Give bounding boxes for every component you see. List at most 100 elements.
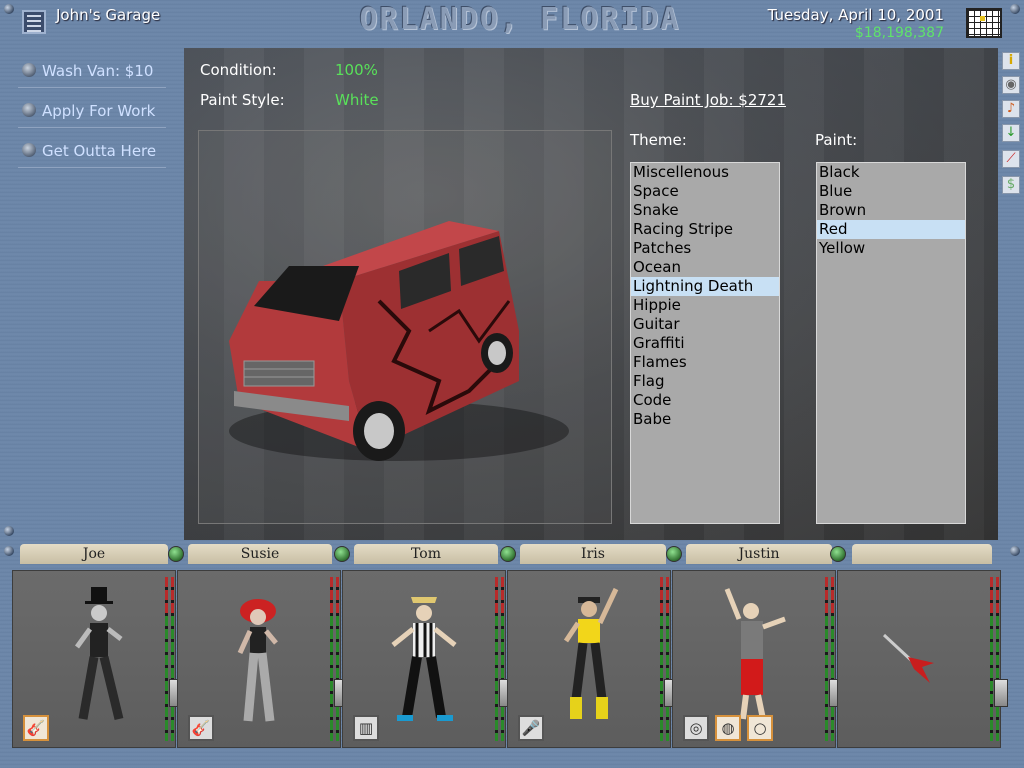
microphone-icon[interactable]: 🎤 [518, 715, 544, 741]
band-member-tab-joe[interactable]: Joe [20, 544, 168, 564]
theme-option[interactable]: Lightning Death [631, 277, 779, 296]
current-date: Tuesday, April 10, 2001 [767, 6, 944, 24]
theme-option[interactable]: Babe [631, 410, 779, 429]
paint-style-value: White [335, 91, 379, 109]
main-menu-button[interactable] [22, 10, 46, 34]
band-member-tab-justin[interactable]: Justin [686, 544, 832, 564]
bullet-icon [22, 63, 36, 77]
theme-option[interactable]: Hippie [631, 296, 779, 315]
rocker-figure-susie [237, 599, 278, 722]
condition-value: 100% [335, 61, 378, 79]
paint-style-label: Paint Style: [200, 91, 285, 109]
snare-drum-icon[interactable]: ◎ [683, 715, 709, 741]
money-icon[interactable]: $ [1002, 176, 1020, 194]
volume-fader[interactable] [994, 679, 1008, 707]
rivet [1010, 4, 1020, 14]
theme-listbox[interactable]: Miscellenous Space Snake Racing Stripe Patch… [630, 162, 780, 524]
buy-paint-job-link[interactable]: Buy Paint Job: $2721 [630, 91, 786, 109]
band-member-tab-tom[interactable]: Tom [354, 544, 498, 564]
theme-option[interactable]: Guitar [631, 315, 779, 334]
paint-option[interactable]: Black [817, 163, 965, 182]
member-toggle-button[interactable] [168, 546, 184, 562]
level-meter [336, 577, 339, 741]
city-title: ORLANDO, FLORIDA [359, 2, 681, 37]
band-panel: Joe Susie Tom Iris Justin 🎸 🎸 ▥ 🎤 ◎ ◍ ○ [0, 540, 1024, 768]
level-meter [495, 577, 498, 741]
bullet-icon [22, 143, 36, 157]
top-bar: John's Garage ORLANDO, FLORIDA Tuesday, … [0, 0, 1024, 48]
member-name: Joe [82, 546, 106, 562]
paint-title: Paint: [815, 131, 858, 149]
paint-option[interactable]: Red [817, 220, 965, 239]
get-outta-here-button[interactable]: Get Outta Here [18, 132, 166, 168]
paint-option[interactable]: Blue [817, 182, 965, 201]
guitar-icon[interactable]: 🎸 [23, 715, 49, 741]
theme-option[interactable]: Graffiti [631, 334, 779, 353]
wash-van-button[interactable]: Wash Van: $10 [18, 52, 166, 88]
theme-option[interactable]: Flag [631, 372, 779, 391]
member-slot-justin[interactable]: ◎ ◍ ○ [672, 570, 843, 748]
band-member-tab-empty[interactable] [852, 544, 992, 564]
theme-option[interactable]: Patches [631, 239, 779, 258]
level-meter [171, 577, 174, 741]
chart-icon[interactable]: ⟋ [1002, 150, 1020, 168]
apply-for-work-button[interactable]: Apply For Work [18, 92, 166, 128]
member-slot-susie[interactable]: 🎸 [177, 570, 348, 748]
van-preview [198, 130, 612, 524]
bank-balance: $18,198,387 [854, 25, 944, 41]
level-meter [660, 577, 663, 741]
theme-option[interactable]: Space [631, 182, 779, 201]
cd-icon[interactable]: ◉ [1002, 76, 1020, 94]
level-meter [666, 577, 669, 741]
rivet [4, 546, 14, 556]
band-member-tab-iris[interactable]: Iris [520, 544, 666, 564]
thermometer-icon[interactable]: ↓ [1002, 124, 1020, 142]
member-slot-joe[interactable]: 🎸 [12, 570, 183, 748]
cymbal-icon[interactable]: ○ [747, 715, 773, 741]
band-member-tab-susie[interactable]: Susie [188, 544, 332, 564]
paint-option[interactable]: Yellow [817, 239, 965, 258]
level-meter [990, 577, 993, 741]
level-meter [501, 577, 504, 741]
flying-v-guitar-icon[interactable] [878, 627, 938, 687]
paint-option[interactable]: Brown [817, 201, 965, 220]
member-toggle-button[interactable] [334, 546, 350, 562]
member-name: Iris [581, 546, 605, 562]
theme-option[interactable]: Racing Stripe [631, 220, 779, 239]
paint-listbox[interactable]: Black Blue Brown Red Yellow [816, 162, 966, 524]
rocker-figure-justin [724, 588, 786, 720]
rocker-figure-tom [391, 597, 457, 721]
member-name: Susie [240, 546, 280, 562]
rocker-figure-iris [563, 587, 619, 719]
theme-option[interactable]: Code [631, 391, 779, 410]
keyboard-icon[interactable]: ▥ [353, 715, 379, 741]
rivet [4, 4, 14, 14]
member-slot-empty[interactable] [837, 570, 1008, 748]
condition-label: Condition: [200, 61, 277, 79]
music-note-icon[interactable]: ♪ [1002, 100, 1020, 118]
level-meter [330, 577, 333, 741]
theme-option[interactable]: Miscellenous [631, 163, 779, 182]
theme-option[interactable]: Ocean [631, 258, 779, 277]
theme-title: Theme: [630, 131, 687, 149]
level-meter [825, 577, 828, 741]
right-icon-strip: i ◉ ♪ ↓ ⟋ $ [998, 48, 1024, 540]
apply-for-work-label: Apply For Work [42, 102, 156, 120]
member-slot-tom[interactable]: ▥ [342, 570, 513, 748]
member-slot-iris[interactable]: 🎤 [507, 570, 678, 748]
theme-option[interactable]: Flames [631, 353, 779, 372]
member-toggle-button[interactable] [666, 546, 682, 562]
bullet-icon [22, 103, 36, 117]
member-toggle-button[interactable] [500, 546, 516, 562]
bass-guitar-icon[interactable]: 🎸 [188, 715, 214, 741]
member-toggle-button[interactable] [830, 546, 846, 562]
get-outta-here-label: Get Outta Here [42, 142, 157, 160]
rivet [4, 526, 14, 536]
info-icon[interactable]: i [1002, 52, 1020, 70]
calendar-icon[interactable] [966, 8, 1002, 38]
tambourine-icon[interactable]: ◍ [715, 715, 741, 741]
level-meter [165, 577, 168, 741]
member-name: Justin [738, 546, 780, 562]
wash-van-label: Wash Van: $10 [42, 62, 154, 80]
theme-option[interactable]: Snake [631, 201, 779, 220]
